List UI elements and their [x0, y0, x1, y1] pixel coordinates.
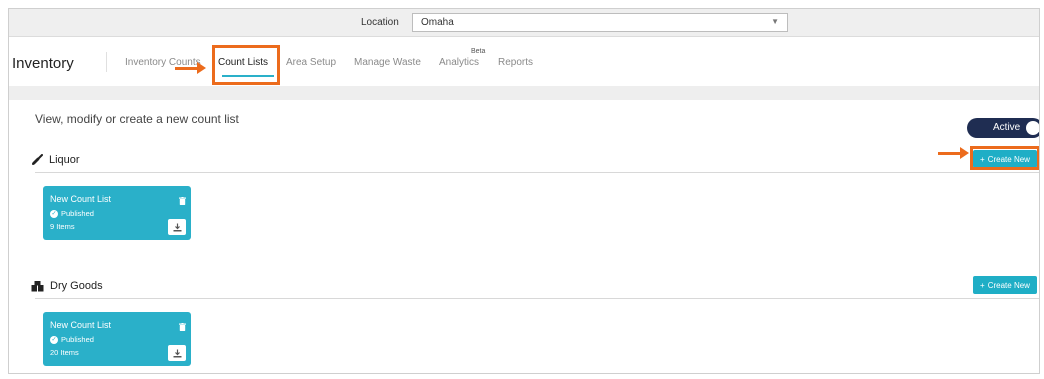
section-title-dry-goods: Dry Goods [31, 280, 103, 292]
create-new-label: Create New [987, 280, 1030, 290]
page-title: Inventory [12, 55, 74, 72]
chevron-down-icon: ▼ [771, 17, 779, 26]
beta-badge: Beta [471, 48, 486, 55]
count-lists-highlight [212, 45, 280, 85]
section-divider [35, 298, 1039, 299]
arrow-annotation-icon [938, 147, 969, 159]
check-circle-icon: ✓ [50, 209, 58, 218]
status-text: Published [61, 209, 94, 218]
toggle-label: Active [993, 122, 1021, 133]
tab-manage-waste[interactable]: Manage Waste [354, 57, 421, 68]
bottle-icon [31, 154, 43, 166]
trash-icon[interactable] [179, 192, 186, 210]
download-icon [173, 349, 181, 357]
arrow-annotation-icon [175, 62, 206, 74]
location-label: Location [361, 17, 399, 28]
item-count: 9 Items [50, 222, 75, 231]
tab-reports[interactable]: Reports [498, 57, 533, 68]
check-circle-icon: ✓ [50, 335, 58, 344]
section-title-liquor: Liquor [31, 154, 80, 166]
download-button[interactable] [168, 219, 186, 235]
active-toggle[interactable]: Active [967, 118, 1039, 138]
status-text: Published [61, 335, 94, 344]
plus-icon: + [980, 280, 985, 290]
download-button[interactable] [168, 345, 186, 361]
download-icon [173, 223, 181, 231]
location-value: Omaha [421, 17, 454, 28]
app-window: Location Omaha ▼ Inventory Inventory Cou… [8, 8, 1040, 374]
section-divider [35, 172, 1039, 173]
location-bar: Location Omaha ▼ [9, 9, 1039, 37]
create-new-highlight [970, 146, 1039, 170]
trash-icon[interactable] [179, 318, 186, 336]
top-nav: Inventory Inventory Counts Count Lists A… [9, 38, 1039, 86]
intro-text: View, modify or create a new count list [35, 112, 239, 126]
location-select[interactable]: Omaha ▼ [412, 13, 788, 32]
boxes-icon [31, 280, 44, 291]
count-list-card[interactable]: New Count List ✓ Published 9 Items [43, 186, 191, 240]
section-label: Liquor [49, 154, 80, 166]
create-new-button-dry-goods[interactable]: + Create New [973, 276, 1037, 294]
card-title: New Count List [50, 194, 112, 204]
card-status: ✓ Published [50, 335, 94, 344]
count-list-card[interactable]: New Count List ✓ Published 20 Items [43, 312, 191, 366]
nav-divider [106, 52, 107, 72]
card-status: ✓ Published [50, 209, 94, 218]
toggle-knob [1026, 121, 1039, 135]
card-title: New Count List [50, 320, 112, 330]
tab-analytics[interactable]: Analytics [439, 57, 479, 68]
item-count: 20 Items [50, 348, 79, 357]
tab-area-setup[interactable]: Area Setup [286, 57, 336, 68]
section-label: Dry Goods [50, 280, 103, 292]
header-band [9, 86, 1039, 100]
